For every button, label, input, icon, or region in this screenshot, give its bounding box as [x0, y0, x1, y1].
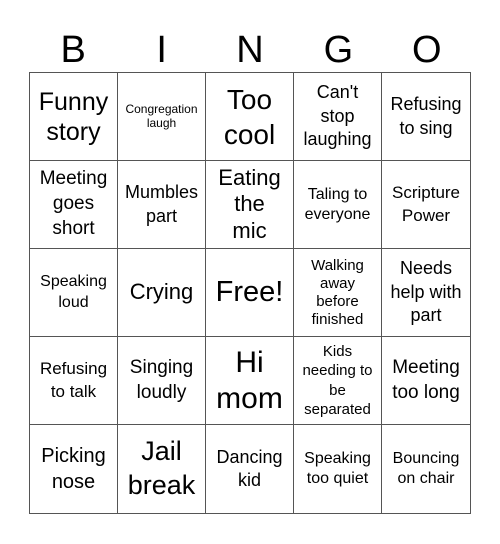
bingo-grid: Funny story Congregation laugh Too cool … [29, 72, 471, 514]
bingo-cell[interactable]: Meeting too long [382, 337, 470, 425]
bingo-cell[interactable]: Congregation laugh [118, 73, 206, 161]
bingo-cell[interactable]: Kids needing to be separated [294, 337, 382, 425]
bingo-cell[interactable]: Hi mom [206, 337, 294, 425]
bingo-cell[interactable]: Funny story [30, 73, 118, 161]
bingo-cell[interactable]: Eating the mic [206, 161, 294, 249]
bingo-cell[interactable]: Picking nose [30, 425, 118, 513]
bingo-cell[interactable]: Free! [206, 249, 294, 337]
header-letter-b: B [60, 29, 86, 71]
bingo-cell[interactable]: Jail break [118, 425, 206, 513]
header-letter-i: I [156, 29, 167, 71]
bingo-cell[interactable]: Singing loudly [118, 337, 206, 425]
bingo-cell[interactable]: Meeting goes short [30, 161, 118, 249]
bingo-cell[interactable]: Bouncing on chair [382, 425, 470, 513]
bingo-cell[interactable]: Refusing to sing [382, 73, 470, 161]
bingo-cell[interactable]: Taling to everyone [294, 161, 382, 249]
bingo-cell[interactable]: Dancing kid [206, 425, 294, 513]
bingo-cell[interactable]: Scripture Power [382, 161, 470, 249]
bingo-cell[interactable]: Needs help with part [382, 249, 470, 337]
bingo-cell[interactable]: Speaking too quiet [294, 425, 382, 513]
bingo-cell[interactable]: Too cool [206, 73, 294, 161]
header-letter-g: G [323, 29, 354, 71]
bingo-cell[interactable]: Can't stop laughing [294, 73, 382, 161]
bingo-cell[interactable]: Crying [118, 249, 206, 337]
bingo-header: B I N G O [29, 28, 471, 72]
bingo-cell[interactable]: Refusing to talk [30, 337, 118, 425]
bingo-cell[interactable]: Mumbles part [118, 161, 206, 249]
header-letter-n: N [236, 29, 264, 71]
bingo-cell[interactable]: Speaking loud [30, 249, 118, 337]
bingo-cell[interactable]: Walking away before finished [294, 249, 382, 337]
header-letter-o: O [412, 29, 442, 71]
